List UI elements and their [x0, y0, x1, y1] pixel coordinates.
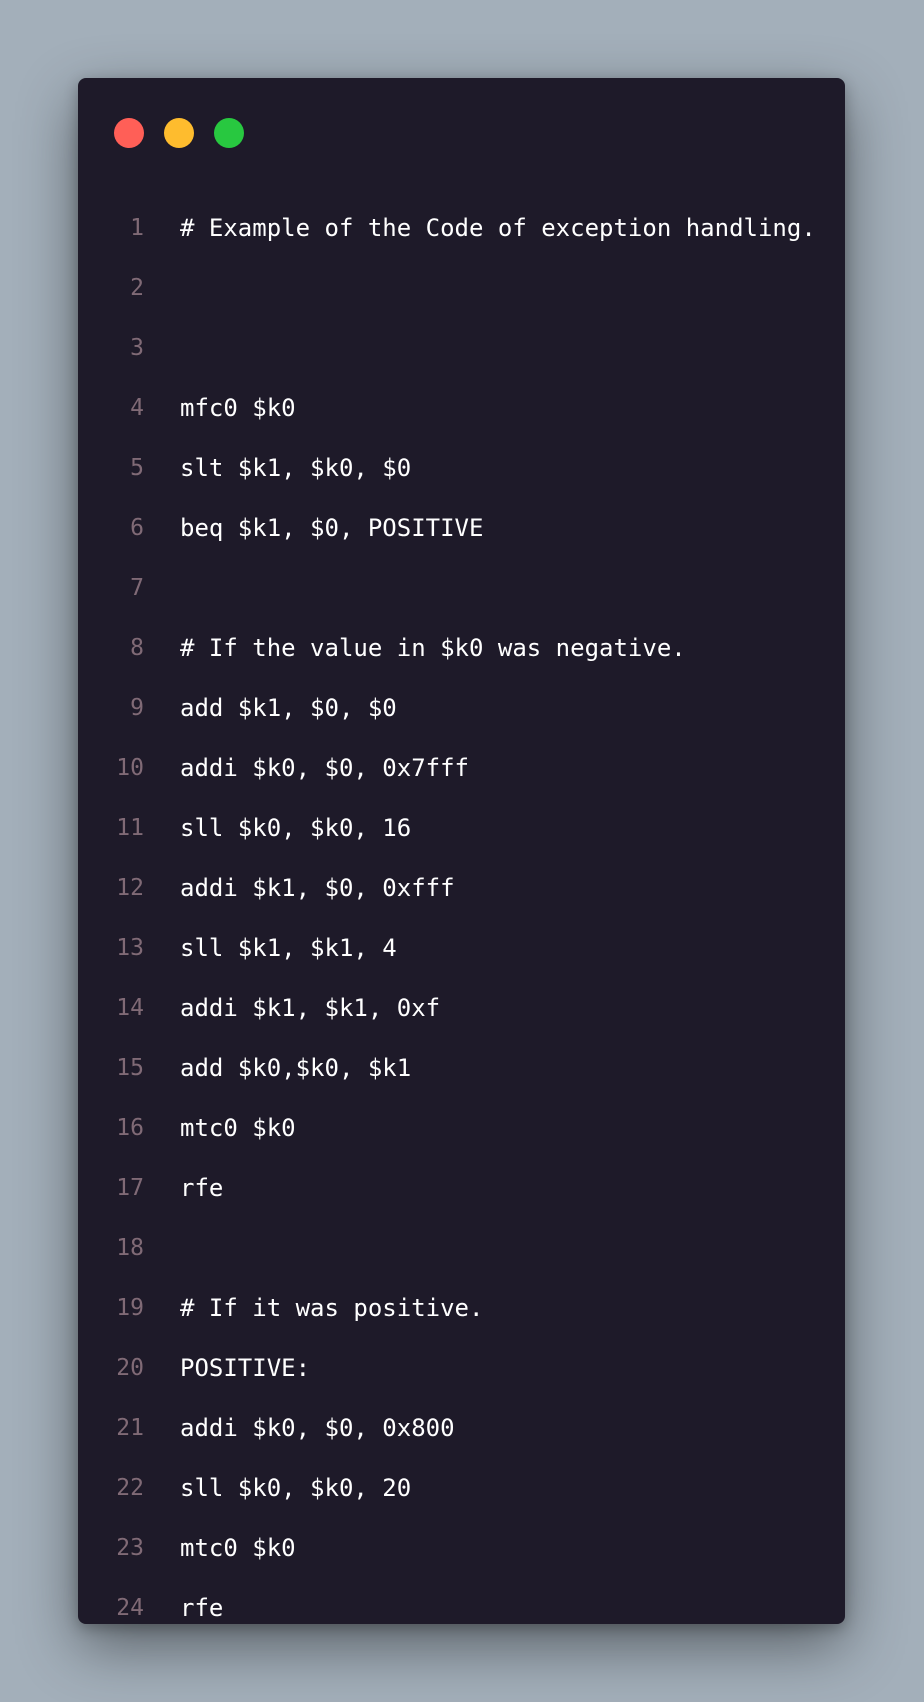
line-number: 20: [116, 1355, 144, 1381]
line-number: 7: [130, 575, 144, 601]
line-number: 19: [116, 1295, 144, 1321]
code-line: 18: [78, 1218, 845, 1278]
code-line: 16 mtc0 $k0: [78, 1098, 845, 1158]
code-text: # If the value in $k0 was negative.: [180, 634, 686, 662]
code-text: mtc0 $k0: [180, 1114, 296, 1142]
code-line: 5 slt $k1, $k0, $0: [78, 438, 845, 498]
line-number: 11: [116, 815, 144, 841]
line-number: 2: [130, 275, 144, 301]
code-line: 21 addi $k0, $0, 0x800: [78, 1398, 845, 1458]
code-line: 8 # If the value in $k0 was negative.: [78, 618, 845, 678]
code-line: 23 mtc0 $k0: [78, 1518, 845, 1578]
code-block: 1 # Example of the Code of exception hand…: [78, 214, 845, 1624]
line-number: 14: [116, 995, 144, 1021]
code-line: 13 sll $k1, $k1, 4: [78, 918, 845, 978]
code-text: addi $k0, $0, 0x800: [180, 1414, 455, 1442]
line-number: 24: [116, 1595, 144, 1621]
code-text: mfc0 $k0: [180, 394, 296, 422]
code-text: sll $k0, $k0, 16: [180, 814, 412, 842]
line-number: 10: [116, 755, 144, 781]
code-line: 11 sll $k0, $k0, 16: [78, 798, 845, 858]
code-window: 1 # Example of the Code of exception hand…: [78, 78, 845, 1624]
code-line: 4 mfc0 $k0: [78, 378, 845, 438]
line-number: 3: [130, 335, 144, 361]
line-number: 4: [130, 395, 144, 421]
code-line: 3: [78, 318, 845, 378]
code-text: addi $k1, $0, 0xfff: [180, 874, 455, 902]
line-number: 22: [116, 1475, 144, 1501]
code-text: addi $k0, $0, 0x7fff: [180, 754, 469, 782]
code-text: # If it was positive.: [180, 1294, 484, 1322]
code-line: 6 beq $k1, $0, POSITIVE: [78, 498, 845, 558]
code-line: 14 addi $k1, $k1, 0xf: [78, 978, 845, 1038]
code-text: rfe: [180, 1594, 224, 1622]
line-number: 16: [116, 1115, 144, 1141]
line-number: 1: [130, 215, 144, 241]
code-text: POSITIVE:: [180, 1354, 311, 1382]
code-line: 22 sll $k0, $k0, 20: [78, 1458, 845, 1518]
code-line: 12 addi $k1, $0, 0xfff: [78, 858, 845, 918]
line-number: 5: [130, 455, 144, 481]
code-line: 20 POSITIVE:: [78, 1338, 845, 1398]
code-text: addi $k1, $k1, 0xf: [180, 994, 441, 1022]
code-line: 24 rfe: [78, 1578, 845, 1624]
line-number: 9: [130, 695, 144, 721]
code-text: add $k0,$k0, $k1: [180, 1054, 412, 1082]
code-text: mtc0 $k0: [180, 1534, 296, 1562]
line-number: 21: [116, 1415, 144, 1441]
code-text: sll $k0, $k0, 20: [180, 1474, 412, 1502]
window-controls: [114, 118, 244, 148]
line-number: 13: [116, 935, 144, 961]
line-number: 8: [130, 635, 144, 661]
code-text: slt $k1, $k0, $0: [180, 454, 412, 482]
line-number: 23: [116, 1535, 144, 1561]
code-text: sll $k1, $k1, 4: [180, 934, 397, 962]
maximize-dot-icon[interactable]: [214, 118, 244, 148]
code-text: # Example of the Code of exception handl…: [180, 214, 816, 242]
code-text: rfe: [180, 1174, 224, 1202]
code-line: 1 # Example of the Code of exception hand…: [78, 198, 845, 258]
line-number: 17: [116, 1175, 144, 1201]
code-line: 9 add $k1, $0, $0: [78, 678, 845, 738]
line-number: 6: [130, 515, 144, 541]
code-text: beq $k1, $0, POSITIVE: [180, 514, 484, 542]
code-line: 17 rfe: [78, 1158, 845, 1218]
code-line: 7: [78, 558, 845, 618]
line-number: 18: [116, 1235, 144, 1261]
code-line: 15 add $k0,$k0, $k1: [78, 1038, 845, 1098]
close-dot-icon[interactable]: [114, 118, 144, 148]
code-line: 10 addi $k0, $0, 0x7fff: [78, 738, 845, 798]
code-line: 2: [78, 258, 845, 318]
code-text: add $k1, $0, $0: [180, 694, 397, 722]
line-number: 12: [116, 875, 144, 901]
minimize-dot-icon[interactable]: [164, 118, 194, 148]
code-line: 19 # If it was positive.: [78, 1278, 845, 1338]
line-number: 15: [116, 1055, 144, 1081]
